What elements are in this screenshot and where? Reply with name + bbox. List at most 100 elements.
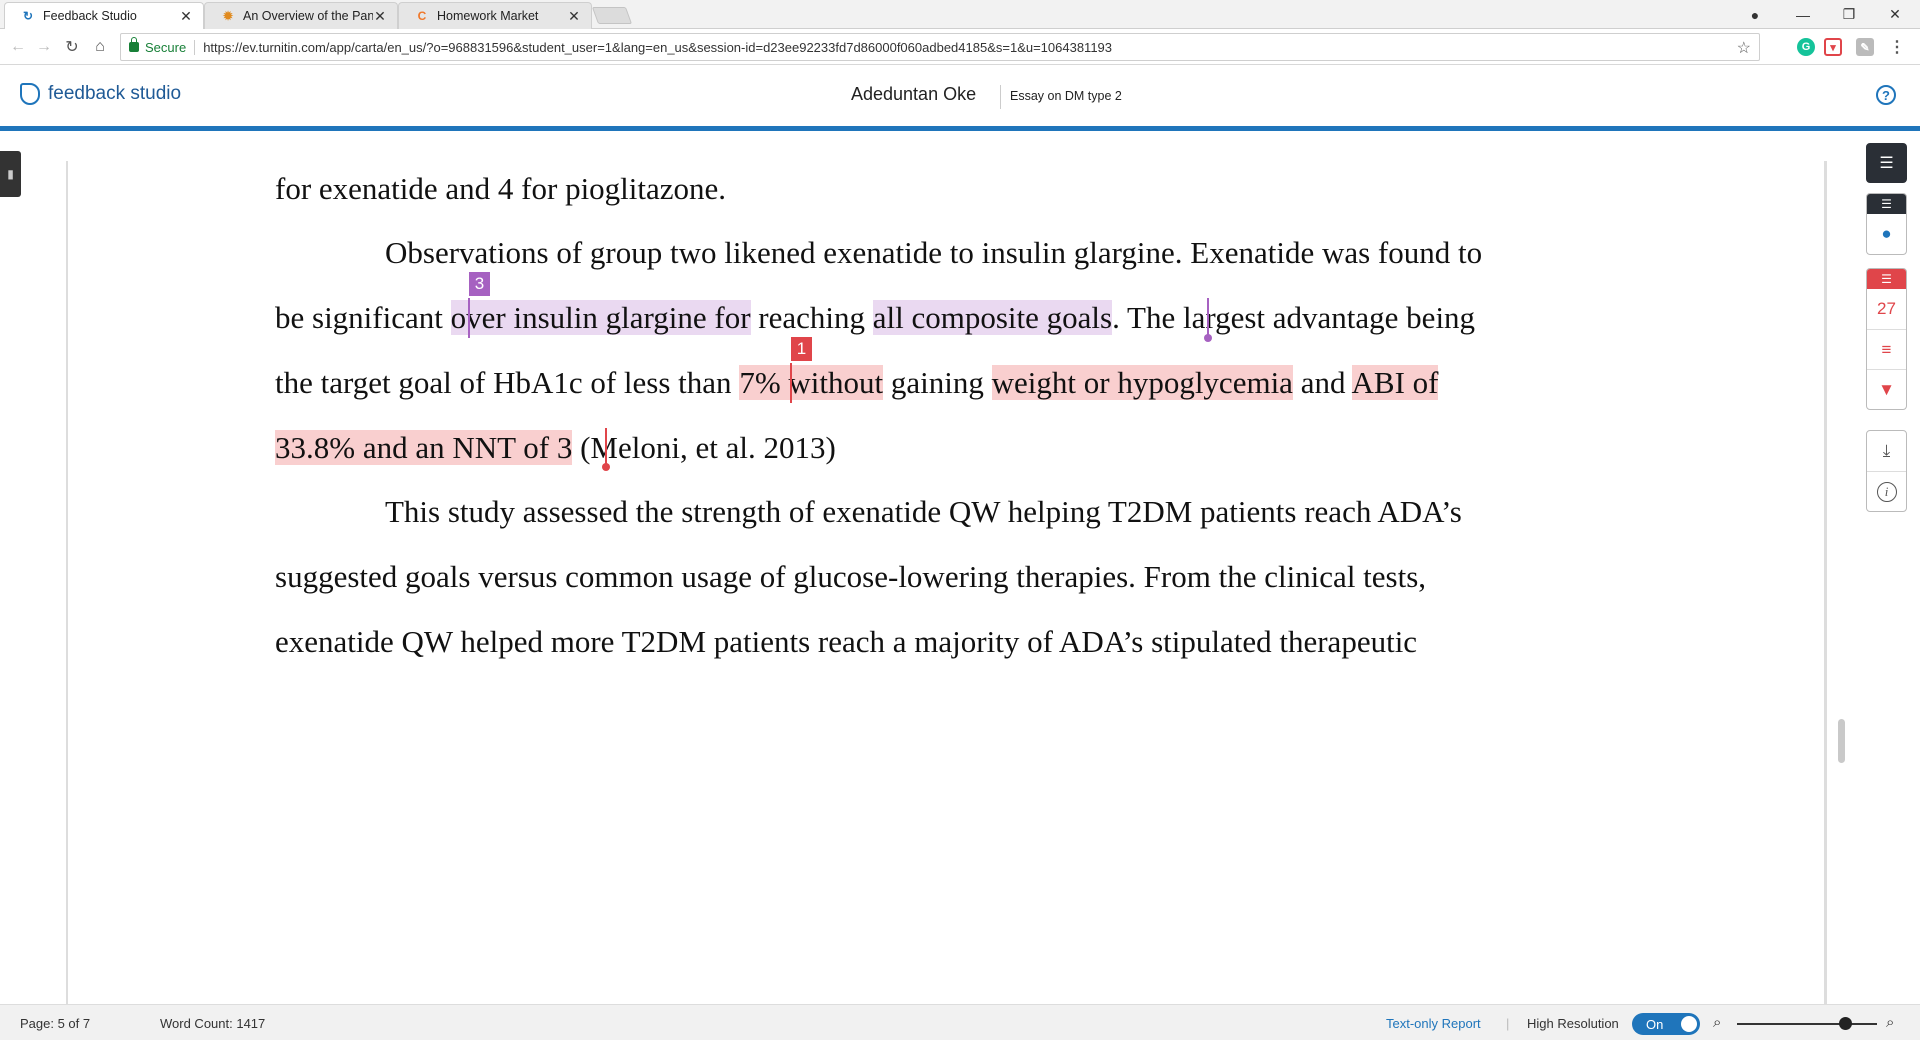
page-indicator: Page: 5 of 7 (20, 1016, 91, 1031)
new-tab-button[interactable] (591, 7, 633, 24)
bookmark-star-icon[interactable]: ☆ (1737, 38, 1751, 58)
text-only-report-link[interactable]: Text-only Report (1386, 1016, 1481, 1031)
url-bar[interactable]: Secure https://ev.turnitin.com/app/carta… (120, 33, 1760, 61)
close-tab-icon[interactable]: ✕ (373, 8, 387, 25)
text-span: the target goal of HbA1c of less than (275, 365, 740, 400)
grammarly-extension-icon[interactable]: G (1797, 38, 1815, 56)
close-window-button[interactable]: ✕ (1872, 0, 1918, 29)
filter-button[interactable]: ▼ (1867, 369, 1906, 409)
doc-line-3: be significant over insulin glargine for… (275, 298, 1475, 338)
layers-small-icon: ☰ (1867, 194, 1906, 214)
minimize-button[interactable]: — (1780, 0, 1826, 29)
download-icon: ⤓ (1882, 441, 1891, 460)
doc-line-6: This study assessed the strength of exen… (385, 494, 1462, 529)
highlight-red[interactable]: 7% without (739, 365, 884, 400)
info-button[interactable]: i (1867, 471, 1906, 511)
help-icon[interactable]: ? (1876, 85, 1896, 105)
layers-small-icon: ☰ (1867, 269, 1906, 289)
forward-icon[interactable]: → (34, 37, 54, 57)
match-start-caret (790, 363, 792, 403)
side-panel-toggle[interactable]: ▮ (0, 151, 21, 197)
browser-tab-feedback-studio[interactable]: ↻ Feedback Studio ✕ (4, 2, 204, 29)
zoom-in-icon[interactable]: ⌕ (1886, 1014, 1894, 1031)
high-resolution-toggle[interactable]: On (1632, 1013, 1700, 1035)
reload-icon[interactable]: ↻ (62, 37, 82, 57)
match-overview-button[interactable]: ≡ (1867, 329, 1906, 369)
highlight-red[interactable]: weight or hypoglycemia (991, 365, 1293, 400)
text-span: . The largest advantage being (1112, 300, 1476, 335)
restore-button[interactable]: ❐ (1826, 0, 1872, 29)
match-overview-icon: ≡ (1881, 339, 1892, 359)
assignment-title: Essay on DM type 2 (1010, 89, 1122, 103)
sunburst-favicon-icon: ✹ (222, 9, 234, 23)
text-span: be significant (275, 300, 451, 335)
toggle-state-label: On (1646, 1016, 1664, 1032)
status-bar: Page: 5 of 7 Word Count: 1417 Text-only … (0, 1004, 1920, 1040)
zoom-out-icon[interactable]: ⌕ (1713, 1014, 1721, 1031)
browser-menu-icon[interactable]: ⋮ (1888, 38, 1906, 56)
header-divider (1000, 85, 1001, 109)
clipped-previous-line (275, 119, 1475, 135)
filter-icon: ▼ (1878, 379, 1895, 399)
security-label: Secure (145, 39, 196, 55)
doc-line-8: exenatide QW helped more T2DM patients r… (275, 624, 1418, 659)
zoom-slider-handle[interactable] (1839, 1017, 1852, 1030)
comment-bubble-icon: ● (1881, 224, 1892, 243)
similarity-tools-group: ☰ 27 ≡ ▼ (1866, 268, 1907, 410)
student-name: Adeduntan Oke (851, 84, 977, 104)
scrollbar-thumb[interactable] (1838, 719, 1845, 763)
product-name: feedback studio (48, 83, 182, 104)
utility-tools-group: ⤓ i (1866, 430, 1907, 512)
browser-tab-strip: ↻ Feedback Studio ✕ ✹ An Overview of the… (0, 0, 1920, 29)
turnitin-logo-icon (20, 83, 40, 105)
browser-tab-pancreas-overview[interactable]: ✹ An Overview of the Pancr ✕ (204, 2, 398, 29)
layers-icon: ☰ (1879, 155, 1894, 172)
similarity-score-button[interactable]: 27 (1867, 289, 1906, 329)
doc-line-1: for exenatide and 4 for pioglitazone. (275, 171, 727, 206)
toggle-knob (1681, 1016, 1697, 1032)
info-icon: i (1876, 481, 1897, 502)
match-end-caret (605, 428, 607, 468)
match-marker-purple[interactable]: 3 (469, 272, 490, 296)
tab-title: Feedback Studio (43, 9, 137, 23)
status-divider: | (1506, 1016, 1510, 1031)
back-icon[interactable]: ← (8, 37, 28, 57)
text-span: and (1292, 365, 1352, 400)
high-resolution-label: High Resolution (1527, 1016, 1619, 1031)
word-count: Word Count: 1417 (160, 1016, 266, 1031)
highlight-red[interactable]: ABI of (1351, 365, 1439, 400)
highlight-purple[interactable]: over insulin glargine for (450, 300, 751, 335)
page-right-edge (1824, 161, 1827, 1004)
highlight-red[interactable]: 33.8% and an NNT of 3 (275, 430, 573, 465)
match-start-caret (468, 298, 470, 338)
c-favicon-icon: C (417, 9, 427, 23)
close-tab-icon[interactable]: ✕ (179, 8, 193, 25)
feedback-tools-group: ☰ ● (1866, 193, 1907, 255)
app-header: feedback studio Adeduntan Oke Essay on D… (0, 65, 1920, 126)
url-text[interactable]: https://ev.turnitin.com/app/carta/en_us/… (203, 40, 1112, 55)
comment-bubble-button[interactable]: ● (1867, 214, 1906, 254)
turnitin-favicon-icon: ↻ (22, 9, 34, 23)
zoom-slider-track[interactable] (1737, 1023, 1877, 1025)
lock-icon (129, 37, 139, 52)
match-end-handle[interactable] (1204, 334, 1212, 342)
tab-title: Homework Market (437, 9, 539, 23)
match-end-caret (1207, 298, 1209, 338)
pdf-extension-icon[interactable]: ✎ (1856, 38, 1874, 56)
address-bar-row: ← → ↻ ⌂ Secure https://ev.turnitin.com/a… (0, 29, 1920, 65)
feedback-studio-logo[interactable]: feedback studio (20, 83, 181, 105)
layers-button[interactable]: ☰ (1866, 143, 1907, 183)
doc-line-5: 33.8% and an NNT of 3 (Meloni, et al. 20… (275, 428, 836, 468)
match-marker-red[interactable]: 1 (791, 337, 812, 361)
document-viewer: ▮ for exenatide and 4 for pioglitazone. … (0, 131, 1920, 1004)
highlight-purple[interactable]: all composite goals (872, 300, 1113, 335)
browser-tab-homework-market[interactable]: C Homework Market ✕ (398, 2, 592, 29)
doc-line-2: Observations of group two likened exenat… (385, 235, 1483, 270)
doc-line-4: the target goal of HbA1c of less than 7%… (275, 363, 1439, 403)
match-end-handle[interactable] (602, 463, 610, 471)
close-tab-icon[interactable]: ✕ (567, 8, 581, 25)
download-button[interactable]: ⤓ (1867, 431, 1906, 471)
profile-icon[interactable]: ● (1732, 0, 1778, 29)
pocket-extension-icon[interactable]: ▾ (1824, 38, 1842, 56)
home-icon[interactable]: ⌂ (90, 37, 110, 57)
